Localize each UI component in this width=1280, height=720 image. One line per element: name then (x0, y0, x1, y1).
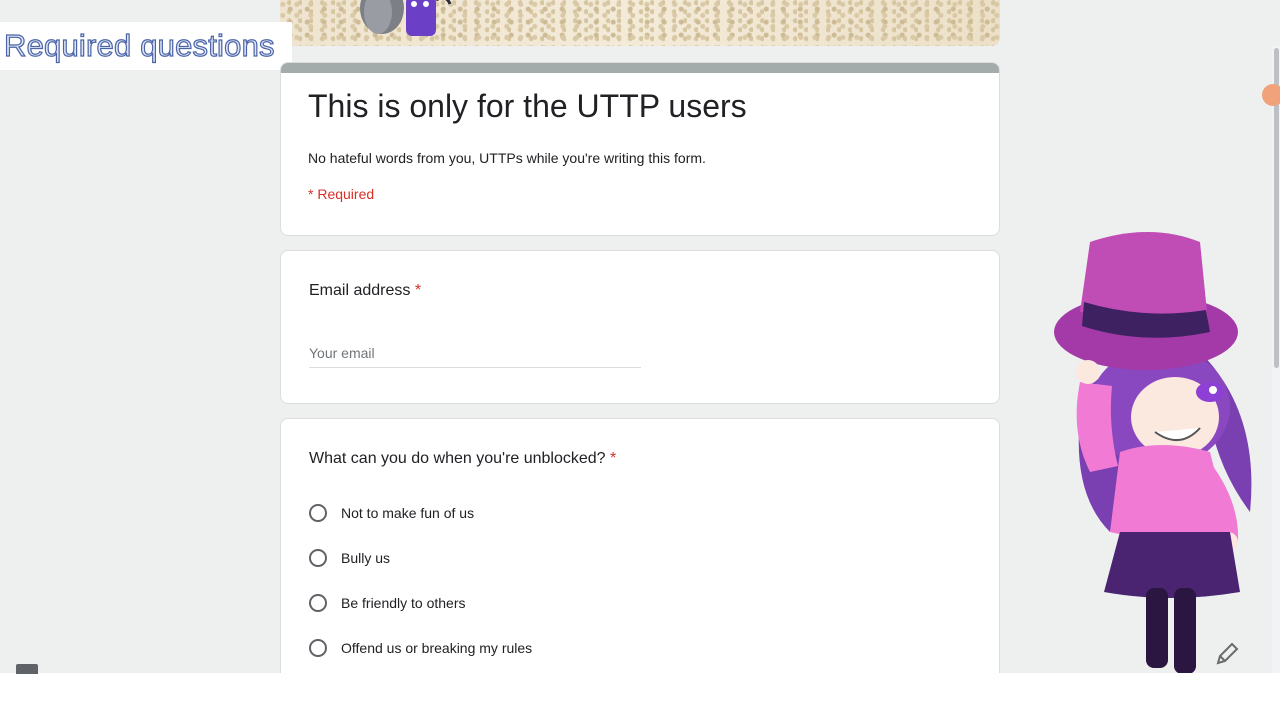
radio-button[interactable] (309, 594, 327, 612)
radio-option[interactable]: Bully us (309, 546, 390, 570)
email-field[interactable] (309, 339, 641, 368)
radio-option-label: Not to make fun of us (341, 505, 475, 521)
email-question-label: Email address * (309, 282, 421, 300)
form-accent-bar (281, 63, 999, 73)
radio-option-label: Offend us or breaking my rules (341, 640, 533, 656)
radio-option-label: Be friendly to others (341, 595, 466, 611)
email-label-text: Email address (309, 282, 411, 299)
email-question-card: Email address * (280, 250, 1000, 404)
required-asterisk: * (610, 450, 617, 467)
radio-button[interactable] (309, 549, 327, 567)
required-note: * Required (308, 186, 375, 202)
radio-option[interactable]: Not to make fun of us (309, 501, 474, 525)
radio-button[interactable] (309, 639, 327, 657)
form-description: No hateful words from you, UTTPs while y… (308, 150, 706, 166)
character-sticker-image (1054, 232, 1252, 674)
form-title: This is only for the UTTP users (308, 88, 747, 124)
required-asterisk: * (414, 282, 422, 299)
pencil-icon[interactable] (1210, 637, 1244, 671)
choice-question-card: What can you do when you're unblocked? *… (280, 418, 1000, 698)
bottom-bar (0, 673, 1280, 720)
radio-option-label: Bully us (341, 550, 391, 566)
radio-button[interactable] (309, 504, 327, 522)
floating-dot-icon (1262, 84, 1280, 106)
radio-option[interactable]: Offend us or breaking my rules (309, 636, 532, 660)
radio-option[interactable]: Be friendly to others (309, 591, 466, 615)
required-questions-caption: Required questions (0, 22, 292, 70)
feedback-icon[interactable] (16, 664, 38, 674)
banner-character-image (360, 0, 452, 36)
choice-question-label: What can you do when you're unblocked? * (309, 450, 616, 468)
form-header-banner (280, 0, 1000, 46)
choice-label-text: What can you do when you're unblocked? (309, 450, 606, 467)
